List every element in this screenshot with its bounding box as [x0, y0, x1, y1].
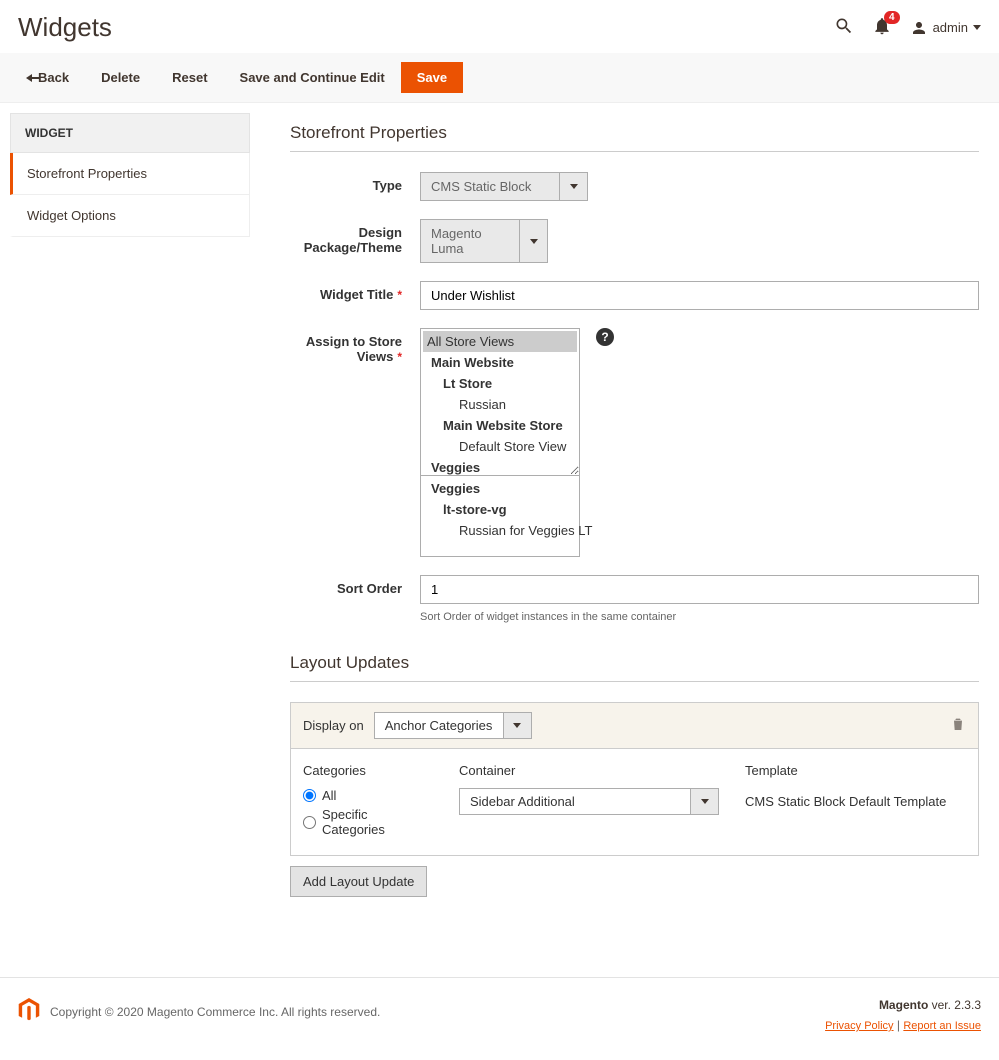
container-select[interactable]: Sidebar Additional: [459, 788, 719, 815]
sort-label: Sort Order: [290, 575, 420, 596]
type-dropdown: CMS Static Block: [420, 172, 840, 201]
row-theme: Design Package/Theme Magento Luma: [290, 219, 979, 263]
sort-help: Sort Order of widget instances in the sa…: [420, 611, 979, 623]
store-group-main: Main Website: [423, 352, 577, 373]
theme-dropdown: Magento Luma: [420, 219, 840, 263]
store-subgroup-lt-vg: lt-store-vg: [423, 499, 577, 520]
radio-specific[interactable]: Specific Categories: [303, 807, 433, 837]
action-bar: Back Delete Reset Save and Continue Edit…: [0, 53, 999, 103]
row-widget-title: Widget Title*: [290, 281, 979, 310]
sidebar-item-storefront-props[interactable]: Storefront Properties: [10, 153, 250, 195]
notif-badge: 4: [884, 11, 900, 24]
row-type: Type CMS Static Block: [290, 172, 979, 201]
radio-all[interactable]: All: [303, 788, 433, 803]
theme-value: Magento Luma: [420, 219, 520, 263]
row-store-views: Assign to Store Views* All Store Views M…: [290, 328, 979, 557]
store-views-select-2[interactable]: Veggies lt-store-vg Russian for Veggies …: [420, 475, 580, 557]
notifications-icon[interactable]: 4: [872, 16, 892, 39]
display-on-toggle[interactable]: [504, 712, 532, 739]
sidebar: WIDGET Storefront Properties Widget Opti…: [10, 113, 250, 237]
store-view-russian-veggies[interactable]: Russian for Veggies LT: [423, 520, 577, 541]
store-group-veggies-2: Veggies: [423, 478, 577, 499]
save-continue-button[interactable]: Save and Continue Edit: [224, 62, 401, 93]
store-views-select[interactable]: All Store Views Main Website Lt Store Ru…: [420, 328, 580, 476]
chevron-down-icon: [701, 799, 709, 804]
section-title-storefront: Storefront Properties: [290, 123, 979, 152]
widget-title-input[interactable]: [420, 281, 979, 310]
copyright-text: Copyright © 2020 Magento Commerce Inc. A…: [50, 1005, 380, 1019]
row-sort-order: Sort Order Sort Order of widget instance…: [290, 575, 979, 623]
store-view-russian[interactable]: Russian: [423, 394, 577, 415]
chevron-down-icon: [973, 25, 981, 30]
arrow-left-icon: [26, 74, 32, 82]
widget-title-label: Widget Title*: [290, 281, 420, 302]
back-label: Back: [38, 70, 69, 85]
display-on-select[interactable]: Anchor Categories: [374, 712, 532, 739]
link-sep: |: [894, 1018, 904, 1032]
categories-label: Categories: [303, 763, 433, 778]
radio-all-label: All: [322, 788, 336, 803]
store-all[interactable]: All Store Views: [423, 331, 577, 352]
report-link[interactable]: Report an Issue: [903, 1020, 981, 1032]
delete-button[interactable]: Delete: [85, 62, 156, 93]
container-value: Sidebar Additional: [459, 788, 691, 815]
display-on-label: Display on: [303, 718, 364, 733]
footer: Copyright © 2020 Magento Commerce Inc. A…: [0, 977, 999, 1060]
page-header: Widgets 4 admin: [0, 0, 999, 53]
user-name: admin: [933, 20, 968, 35]
layout-update-block: Display on Anchor Categories Categories …: [290, 702, 979, 856]
type-label: Type: [290, 172, 420, 193]
store-group-veggies: Veggies: [423, 457, 577, 476]
add-layout-button[interactable]: Add Layout Update: [290, 866, 427, 897]
header-tools: 4 admin: [834, 16, 981, 39]
theme-toggle[interactable]: [520, 219, 548, 263]
magento-logo-icon: [18, 998, 40, 1025]
sidebar-header: WIDGET: [10, 113, 250, 153]
theme-label: Design Package/Theme: [290, 219, 420, 255]
help-icon[interactable]: ?: [596, 328, 614, 346]
layout-body: Categories All Specific Categories Conta…: [291, 749, 978, 855]
type-toggle[interactable]: [560, 172, 588, 201]
radio-specific-input[interactable]: [303, 816, 316, 829]
user-menu[interactable]: admin: [910, 19, 981, 37]
store-subgroup-lt: Lt Store: [423, 373, 577, 394]
display-on-value: Anchor Categories: [374, 712, 504, 739]
content: WIDGET Storefront Properties Widget Opti…: [0, 103, 999, 927]
chevron-down-icon: [570, 184, 578, 189]
reset-button[interactable]: Reset: [156, 62, 223, 93]
privacy-link[interactable]: Privacy Policy: [825, 1020, 893, 1032]
page-title: Widgets: [18, 12, 112, 43]
section-title-layout: Layout Updates: [290, 653, 979, 682]
template-label: Template: [745, 763, 946, 778]
main-panel: Storefront Properties Type CMS Static Bl…: [270, 113, 989, 917]
store-view-default[interactable]: Default Store View: [423, 436, 577, 457]
radio-specific-label: Specific Categories: [322, 807, 433, 837]
container-toggle[interactable]: [691, 788, 719, 815]
sidebar-item-widget-options[interactable]: Widget Options: [10, 195, 250, 237]
container-label: Container: [459, 763, 719, 778]
assign-label: Assign to Store Views*: [290, 328, 420, 364]
brand-version: Magento ver. 2.3.3: [825, 998, 981, 1012]
delete-layout-icon[interactable]: [950, 716, 966, 735]
search-icon[interactable]: [834, 16, 854, 39]
store-subgroup-mainwebstore: Main Website Store: [423, 415, 577, 436]
chevron-down-icon: [530, 239, 538, 244]
layout-header: Display on Anchor Categories: [291, 703, 978, 749]
template-value: CMS Static Block Default Template: [745, 788, 946, 809]
save-button[interactable]: Save: [401, 62, 463, 93]
sort-order-input[interactable]: [420, 575, 979, 604]
back-button[interactable]: Back: [10, 62, 85, 93]
chevron-down-icon: [513, 723, 521, 728]
type-value: CMS Static Block: [420, 172, 560, 201]
radio-all-input[interactable]: [303, 789, 316, 802]
